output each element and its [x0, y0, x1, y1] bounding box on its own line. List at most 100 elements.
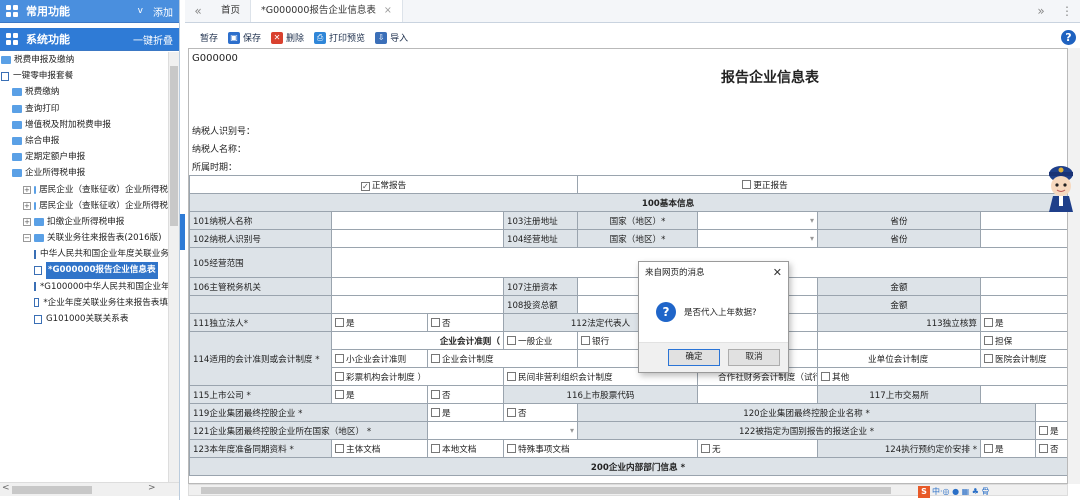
none-option[interactable]: 无	[697, 439, 819, 458]
r122-yes-checkbox[interactable]	[1039, 425, 1049, 435]
expand-icon[interactable]: +	[23, 185, 31, 194]
r104-country-select[interactable]: ▾	[697, 229, 819, 248]
r115-yes-checkbox[interactable]	[335, 389, 344, 399]
other[interactable]: 其他	[817, 367, 1067, 386]
nonprofit-checkbox[interactable]	[507, 371, 516, 381]
normal-report-checkbox[interactable]	[360, 181, 370, 191]
r124-yes[interactable]: 是	[980, 439, 1037, 458]
lottery[interactable]: 彩票机构会计制度 ）	[331, 367, 504, 386]
none-checkbox[interactable]	[701, 443, 711, 453]
r106-input[interactable]	[331, 277, 504, 296]
r111-no[interactable]: 否	[427, 313, 504, 332]
enterprise-system-checkbox[interactable]	[431, 353, 440, 363]
tree-item[interactable]: G101000关联关系表	[0, 311, 168, 327]
r113-yes-checkbox[interactable]	[984, 317, 994, 327]
help-icon[interactable]: ?	[1061, 30, 1076, 45]
tree-item[interactable]: 综合申报	[0, 133, 168, 149]
close-icon[interactable]: ×	[384, 5, 392, 16]
r103-province-input[interactable]	[980, 211, 1067, 230]
form-vertical-scrollbar[interactable]	[1068, 48, 1080, 484]
tree-item[interactable]: 增值税及附加税费申报	[0, 117, 168, 133]
tree-item[interactable]: *G100000中华人民共和国企业年	[0, 279, 168, 295]
r115-no[interactable]: 否	[427, 385, 504, 404]
r111-yes-checkbox[interactable]	[335, 317, 344, 327]
import-button[interactable]: ⇩ 导入	[375, 31, 408, 44]
tabs-scroll-left-icon[interactable]: «	[185, 4, 211, 18]
special-file-checkbox[interactable]	[507, 443, 516, 453]
collapse-all-button[interactable]: 一键折叠	[133, 32, 173, 47]
guarantee[interactable]: 担保	[980, 331, 1067, 350]
cancel-button[interactable]: 取消	[728, 349, 780, 366]
r124-no[interactable]: 否	[1035, 439, 1067, 458]
chevron-down-icon[interactable]: v	[138, 6, 143, 16]
other-checkbox[interactable]	[821, 371, 831, 381]
r119-yes[interactable]: 是	[427, 403, 504, 422]
tree-item[interactable]: 一键零申报套餐	[0, 68, 168, 84]
scroll-left-icon[interactable]: <	[2, 483, 10, 493]
lottery-checkbox[interactable]	[335, 371, 344, 381]
corrected-report-cell[interactable]: 更正报告	[577, 175, 1067, 194]
r111-yes[interactable]: 是	[331, 313, 428, 332]
tab-home[interactable]: 首页	[211, 0, 252, 22]
tree-item[interactable]: 查询打印	[0, 101, 168, 117]
local-file-checkbox[interactable]	[431, 443, 440, 453]
tree-item[interactable]: + 扣缴企业所得税申报	[0, 214, 168, 230]
tree-vertical-scrollbar[interactable]	[168, 52, 179, 482]
master-file-checkbox[interactable]	[335, 443, 344, 453]
delete-button[interactable]: ✕ 删除	[271, 31, 304, 44]
r121-select[interactable]: ▾	[426, 421, 579, 440]
tree-item[interactable]: + 居民企业（查账征收）企业所得税	[0, 198, 168, 214]
r115-yes[interactable]: 是	[331, 385, 428, 404]
tree-item[interactable]: 中华人民共和国企业年度关联业务	[0, 246, 168, 262]
r119-yes-checkbox[interactable]	[431, 407, 440, 417]
general-enterprise-checkbox[interactable]	[507, 335, 516, 345]
tree-item[interactable]: 税费缴纳	[0, 84, 168, 100]
bank-checkbox[interactable]	[581, 335, 591, 345]
tree-item[interactable]: 企业所得税申报	[0, 165, 168, 181]
small-enterprise-std[interactable]: 小企业会计准则	[331, 349, 428, 368]
master-file[interactable]: 主体文档	[331, 439, 428, 458]
stage-button[interactable]: 暂存	[200, 31, 218, 44]
common-functions-header[interactable]: 常用功能 v 添加	[0, 0, 179, 23]
small-enterprise-std-checkbox[interactable]	[335, 353, 344, 363]
r111-no-checkbox[interactable]	[431, 317, 440, 327]
add-button[interactable]: 添加	[153, 4, 173, 19]
r119-no[interactable]: 否	[502, 403, 579, 422]
r102-input[interactable]	[331, 229, 504, 248]
tree-item[interactable]: 定期定额户申报	[0, 149, 168, 165]
tree-horizontal-scrollbar[interactable]: < >	[0, 482, 179, 496]
tree-item[interactable]: *企业年度关联业务往来报告表填	[0, 295, 168, 311]
r115-no-checkbox[interactable]	[431, 389, 440, 399]
r107-amount-input[interactable]	[980, 277, 1067, 296]
r113-yes[interactable]: 是	[980, 313, 1067, 332]
tree-item[interactable]: − 关联业务往来报告表(2016版)	[0, 230, 168, 246]
close-icon[interactable]: ✕	[773, 266, 782, 279]
r116-input[interactable]	[697, 385, 819, 404]
r108-amount-input[interactable]	[980, 295, 1067, 314]
enterprise-system[interactable]: 企业会计制度	[426, 349, 579, 368]
corrected-report-checkbox[interactable]	[742, 179, 752, 189]
r117-input[interactable]	[980, 385, 1067, 404]
print-preview-button[interactable]: ⎙ 打印预览	[314, 31, 365, 44]
tree-item[interactable]: + 居民企业（查账征收）企业所得税	[0, 182, 168, 198]
normal-report-cell[interactable]: 正常报告	[189, 175, 579, 194]
r120-input[interactable]	[1035, 403, 1067, 422]
input-method-toolbar[interactable]: S 中·◎ ● ▦ ♣ 骨	[918, 486, 1078, 500]
hospital[interactable]: 医院会计制度	[980, 349, 1067, 368]
guarantee-checkbox[interactable]	[984, 335, 994, 345]
system-functions-header[interactable]: 系统功能 一键折叠	[0, 28, 179, 51]
save-button[interactable]: ▣ 保存	[228, 31, 261, 44]
assistant-mascot-icon[interactable]	[1043, 162, 1080, 214]
general-enterprise[interactable]: 一般企业	[502, 331, 579, 350]
local-file[interactable]: 本地文档	[427, 439, 504, 458]
ok-button[interactable]: 确定	[668, 349, 720, 366]
r124-no-checkbox[interactable]	[1039, 443, 1049, 453]
special-file[interactable]: 特殊事项文档	[502, 439, 699, 458]
r101-input[interactable]	[331, 211, 504, 230]
panel-collapse-handle[interactable]	[180, 214, 185, 250]
r104-province-input[interactable]	[980, 229, 1067, 248]
tab-active-form[interactable]: *G000000报告企业信息表 ×	[251, 0, 403, 22]
r119-no-checkbox[interactable]	[507, 407, 516, 417]
public-system[interactable]: 业单位会计制度	[817, 349, 982, 368]
hospital-checkbox[interactable]	[984, 353, 994, 363]
